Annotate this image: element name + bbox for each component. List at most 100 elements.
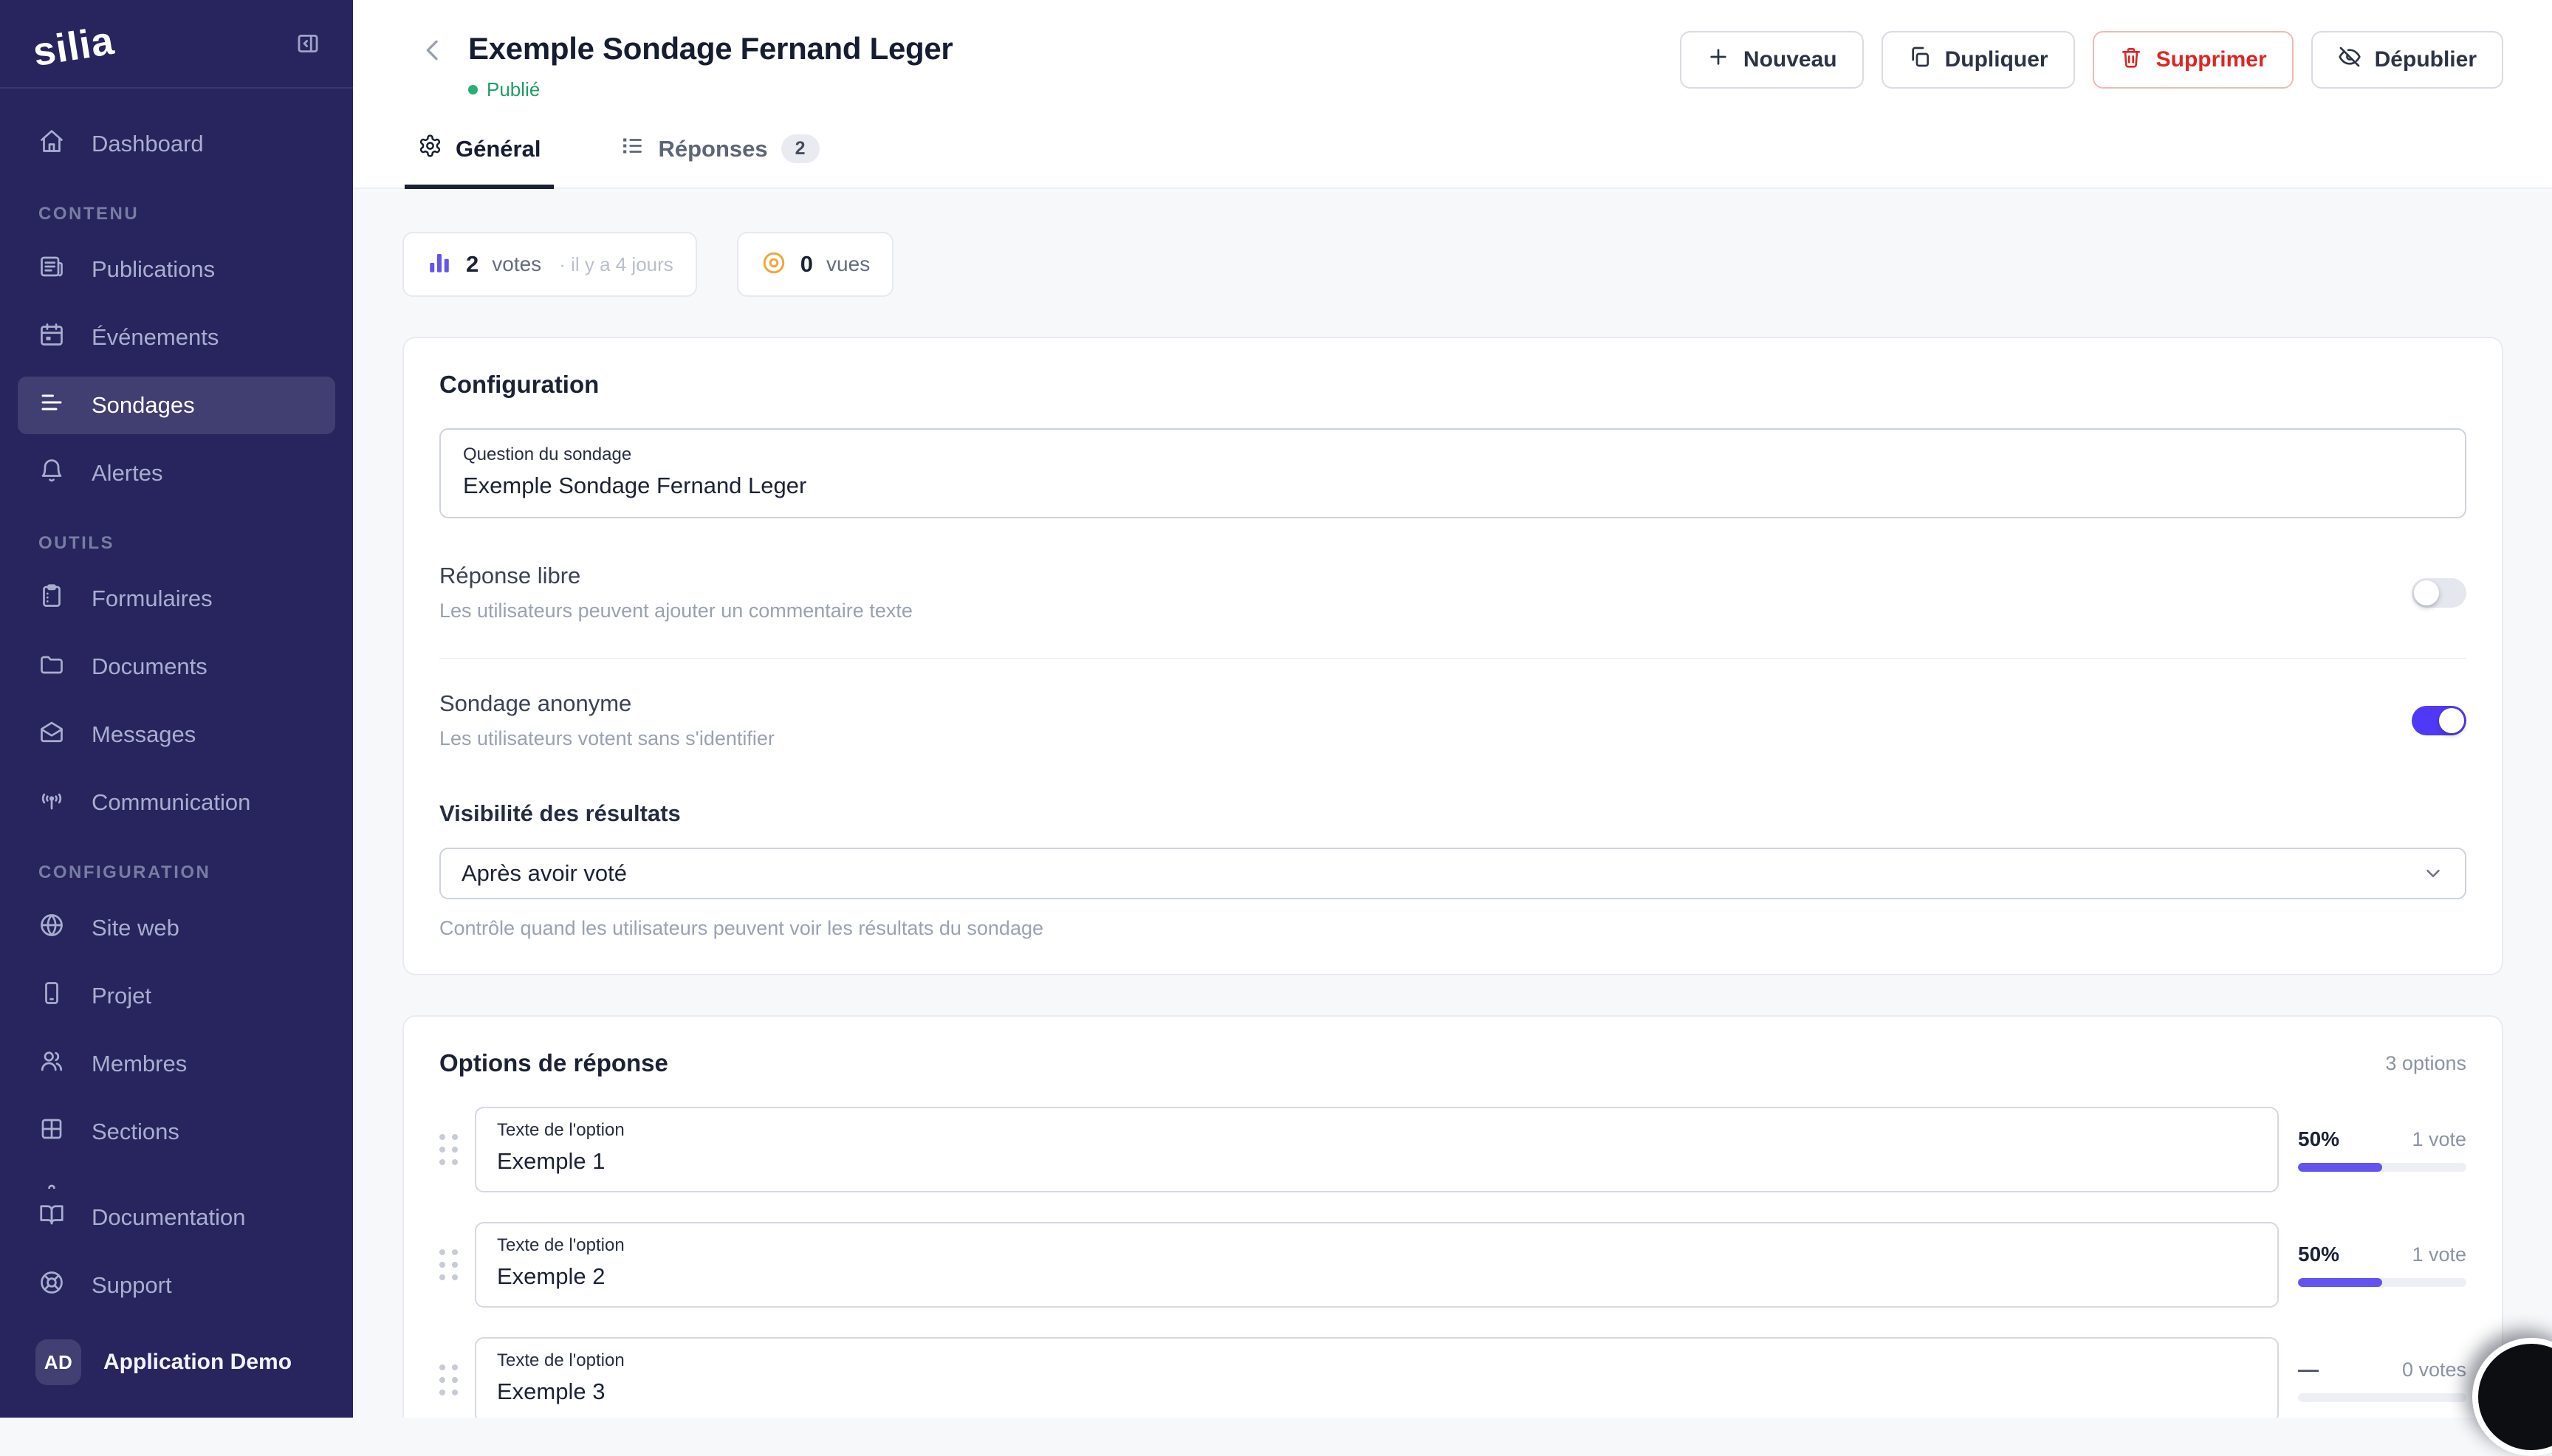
sidebar-item-projet[interactable]: Projet <box>18 967 335 1025</box>
drag-handle-icon[interactable] <box>439 1249 475 1280</box>
page-content: 2 votes · il y a 4 jours 0 vues Configur… <box>353 189 2552 1418</box>
option-value: Exemple 3 <box>497 1378 2257 1405</box>
visibility-select[interactable]: Après avoir voté <box>439 848 2466 899</box>
free-response-title: Réponse libre <box>439 563 913 589</box>
avatar: AD <box>35 1339 81 1385</box>
sidebar-item-documents[interactable]: Documents <box>18 638 335 696</box>
stats-row: 2 votes · il y a 4 jours 0 vues <box>402 232 2503 297</box>
poll-icon <box>38 389 65 422</box>
visibility-value: Après avoir voté <box>462 860 627 887</box>
folder-icon <box>38 650 65 683</box>
bell-icon <box>38 457 65 490</box>
tab-reponses[interactable]: Réponses 2 <box>607 134 832 189</box>
option-stats: 50% 1 vote <box>2298 1127 2466 1172</box>
header-actions: Nouveau Dupliquer Supprimer Dépublier <box>1680 31 2503 89</box>
sidebar-item-membres[interactable]: Membres <box>18 1035 335 1093</box>
progress-bar <box>2298 1393 2466 1402</box>
sidebar-item-support[interactable]: Support <box>18 1257 335 1314</box>
sidebar-item-label: Documentation <box>92 1204 246 1231</box>
bar-chart-icon <box>426 250 453 280</box>
question-value: Exemple Sondage Fernand Leger <box>463 473 2443 499</box>
anonymous-toggle[interactable] <box>2412 706 2466 735</box>
topbar: Exemple Sondage Fernand Leger Publié Nou… <box>353 0 2552 189</box>
configuration-title: Configuration <box>439 371 2466 399</box>
gear-icon <box>38 1184 65 1189</box>
sidebar-item-label: Messages <box>92 721 196 748</box>
responses-count-badge: 2 <box>781 134 820 163</box>
status-badge: Publié <box>487 78 540 101</box>
option-row: Texte de l'option Exemple 1 50% 1 vote <box>439 1107 2466 1192</box>
sidebar-item-alertes[interactable]: Alertes <box>18 444 335 502</box>
gear-icon <box>418 134 442 164</box>
sidebar-collapse-icon[interactable] <box>295 31 320 56</box>
user-account[interactable]: AD Application Demo <box>18 1325 335 1395</box>
progress-bar <box>2298 1278 2466 1287</box>
users-icon <box>38 1048 65 1080</box>
option-votes: 1 vote <box>2412 1128 2466 1151</box>
sidebar-item-label: Publications <box>92 256 215 283</box>
sidebar-item-sections[interactable]: Sections <box>18 1103 335 1161</box>
duplicate-button[interactable]: Dupliquer <box>1882 31 2075 89</box>
sidebar-item-reglages[interactable]: Réglages <box>18 1171 335 1189</box>
sidebar-item-label: Alertes <box>92 460 162 487</box>
sidebar-item-dashboard[interactable]: Dashboard <box>18 115 335 173</box>
option-text-field[interactable]: Texte de l'option Exemple 2 <box>475 1222 2279 1308</box>
visibility-label: Visibilité des résultats <box>439 800 2466 827</box>
views-icon <box>761 250 787 280</box>
tab-general[interactable]: Général <box>405 134 554 189</box>
option-value: Exemple 2 <box>497 1263 2257 1290</box>
sidebar-item-publications[interactable]: Publications <box>18 241 335 298</box>
sidebar-item-communication[interactable]: Communication <box>18 774 335 831</box>
sidebar-item-documentation[interactable]: Documentation <box>18 1189 335 1246</box>
tabs: Général Réponses 2 <box>353 134 2552 189</box>
option-percent: 50% <box>2298 1127 2339 1151</box>
drag-handle-icon[interactable] <box>439 1134 475 1165</box>
sidebar-item-label: Sections <box>92 1119 179 1145</box>
list-icon <box>620 134 645 164</box>
sidebar-footer: Documentation Support AD Application Dem… <box>0 1189 353 1418</box>
sidebar: silia Dashboard CONTENU Publications Évé… <box>0 0 353 1418</box>
option-field-label: Texte de l'option <box>497 1350 2257 1371</box>
option-text-field[interactable]: Texte de l'option Exemple 3 <box>475 1337 2279 1418</box>
visibility-help: Contrôle quand les utilisateurs peuvent … <box>439 917 2466 940</box>
option-votes: 0 votes <box>2402 1359 2466 1381</box>
sidebar-item-evenements[interactable]: Événements <box>18 309 335 366</box>
sidebar-header: silia <box>0 0 353 89</box>
unpublish-button[interactable]: Dépublier <box>2311 31 2503 89</box>
user-name: Application Demo <box>103 1350 292 1375</box>
calendar-icon <box>38 321 65 354</box>
brand-logo: silia <box>30 18 117 75</box>
option-field-label: Texte de l'option <box>497 1235 2257 1256</box>
views-value: 0 <box>800 251 813 278</box>
drag-handle-icon[interactable] <box>439 1364 475 1395</box>
title-block: Exemple Sondage Fernand Leger Publié <box>468 31 953 101</box>
sidebar-item-site-web[interactable]: Site web <box>18 899 335 957</box>
free-response-toggle[interactable] <box>2412 578 2466 608</box>
option-stats: — 0 votes <box>2298 1358 2466 1402</box>
free-response-row: Réponse libre Les utilisateurs peuvent a… <box>439 532 2466 658</box>
sidebar-section-outils: OUTILS <box>18 533 335 554</box>
home-icon <box>38 128 65 160</box>
sidebar-section-configuration: CONFIGURATION <box>18 862 335 883</box>
back-button[interactable] <box>418 35 447 65</box>
option-text-field[interactable]: Texte de l'option Exemple 1 <box>475 1107 2279 1192</box>
options-count: 3 options <box>2385 1052 2466 1075</box>
main-area: Exemple Sondage Fernand Leger Publié Nou… <box>353 0 2552 1418</box>
options-card: Options de réponse 3 options Texte de l'… <box>402 1015 2503 1418</box>
sidebar-item-label: Projet <box>92 983 151 1009</box>
tab-label: Réponses <box>658 136 767 162</box>
broadcast-icon <box>38 786 65 819</box>
question-field[interactable]: Question du sondage Exemple Sondage Fern… <box>439 428 2466 518</box>
option-value: Exemple 1 <box>497 1148 2257 1175</box>
grid-icon <box>38 1116 65 1148</box>
newspaper-icon <box>38 253 65 286</box>
sidebar-item-formulaires[interactable]: Formulaires <box>18 570 335 628</box>
progress-bar <box>2298 1163 2466 1172</box>
free-response-description: Les utilisateurs peuvent ajouter un comm… <box>439 600 913 622</box>
configuration-card: Configuration Question du sondage Exempl… <box>402 337 2503 975</box>
sidebar-item-sondages[interactable]: Sondages <box>18 377 335 434</box>
new-button[interactable]: Nouveau <box>1680 31 1864 89</box>
app-root: silia Dashboard CONTENU Publications Évé… <box>0 0 2552 1418</box>
sidebar-item-messages[interactable]: Messages <box>18 706 335 763</box>
delete-button[interactable]: Supprimer <box>2093 31 2294 89</box>
